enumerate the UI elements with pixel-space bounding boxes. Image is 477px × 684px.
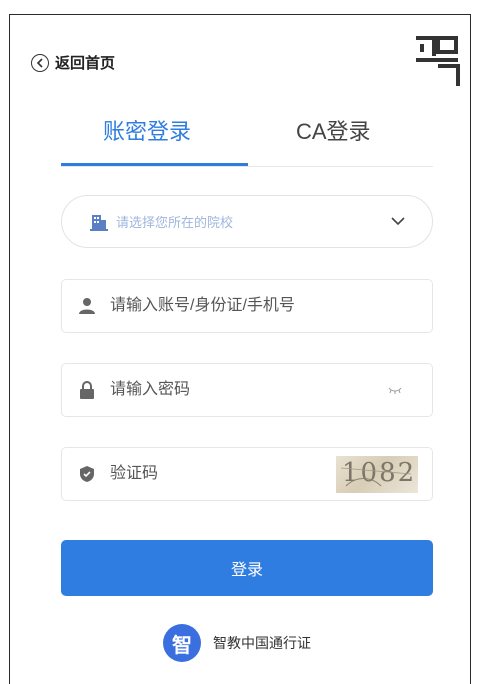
password-field <box>61 363 433 417</box>
back-home-label: 返回首页 <box>55 55 116 72</box>
captcha-image[interactable]: 1082 <box>336 456 418 493</box>
back-home-link[interactable]: 返回首页 <box>31 52 115 73</box>
passport-label: 智教中国通行证 <box>213 635 311 651</box>
password-input[interactable] <box>108 363 388 417</box>
passport-login-link[interactable]: 智 智教中国通行证 <box>163 624 311 662</box>
tab-password-login[interactable]: 账密登录 <box>103 114 191 146</box>
captcha-input[interactable] <box>108 447 332 501</box>
school-select-placeholder: 请选择您所在的院校 <box>116 215 234 230</box>
tab-ca-login[interactable]: CA登录 <box>296 114 371 146</box>
active-tab-indicator <box>61 163 248 166</box>
login-button[interactable]: 登录 <box>61 540 433 596</box>
account-field <box>61 279 433 333</box>
captcha-field: 1082 <box>61 447 433 501</box>
shield-icon <box>78 465 96 483</box>
building-icon <box>90 213 108 231</box>
user-icon <box>78 297 96 315</box>
chevron-left-icon <box>31 53 49 72</box>
school-select[interactable]: 请选择您所在的院校 <box>61 195 433 248</box>
login-tabs: 账密登录 CA登录 <box>61 104 433 167</box>
qr-code-icon[interactable] <box>414 36 460 88</box>
account-input[interactable] <box>108 279 432 333</box>
passport-logo: 智 <box>163 624 201 662</box>
eye-closed-icon[interactable] <box>388 381 402 399</box>
chevron-down-icon <box>390 213 406 231</box>
lock-icon <box>78 381 96 399</box>
